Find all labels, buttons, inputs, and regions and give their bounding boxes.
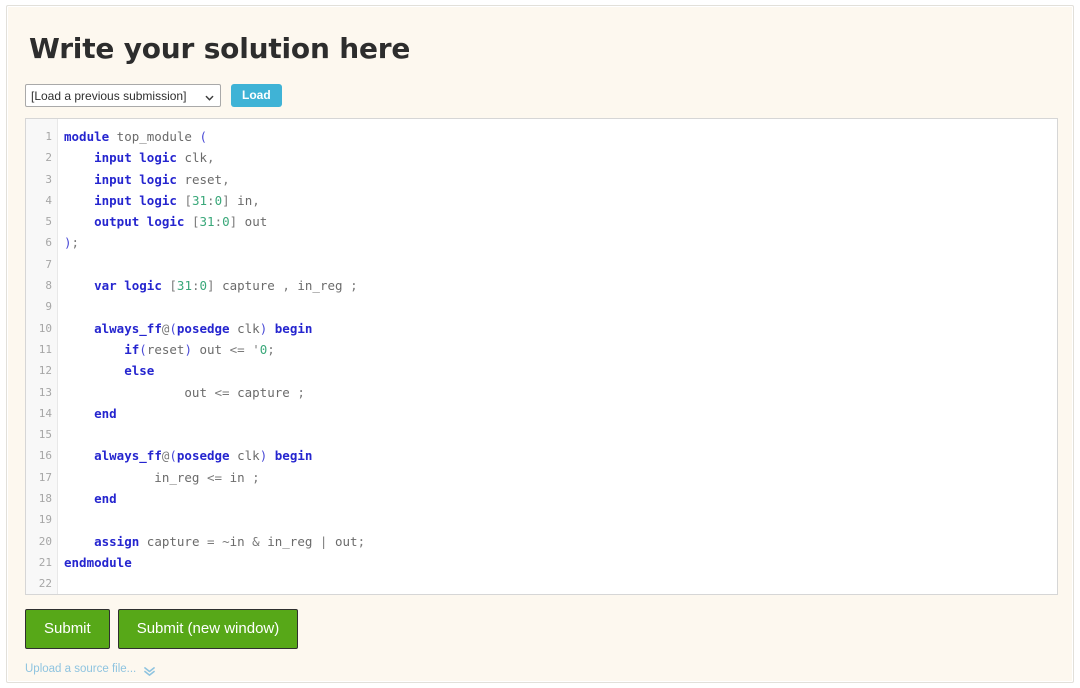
code-line: module top_module ( — [64, 129, 207, 144]
code-line: always_ff@(posedge clk) begin — [94, 448, 313, 464]
code-line: always_ff@(posedge clk) begin — [94, 320, 313, 336]
code-line: output logic [31:0] out — [94, 214, 268, 230]
submit-button[interactable]: Submit — [25, 609, 110, 649]
submit-new-window-button[interactable]: Submit (new window) — [117, 609, 299, 649]
line-number: 6 — [45, 236, 52, 250]
code-line: end — [94, 405, 117, 421]
code-line: in_reg <= in ; — [64, 469, 260, 485]
code-line: var logic [31:0] capture , in_reg ; — [94, 278, 358, 294]
chevron-down-icon — [205, 91, 214, 101]
line-number: 3 — [45, 172, 52, 186]
code-line: out <= capture ; — [64, 384, 305, 400]
line-number: 8 — [45, 279, 52, 293]
previous-submission-select[interactable]: [Load a previous submission] — [25, 84, 221, 107]
load-submission-row: [Load a previous submission] Load — [25, 84, 282, 107]
line-number: 2 — [45, 151, 52, 165]
code-line: if(reset) out <= '0; — [124, 341, 275, 357]
line-number: 16 — [38, 449, 52, 463]
line-number: 15 — [38, 428, 52, 442]
line-number: 5 — [45, 215, 52, 229]
line-number: 12 — [38, 364, 52, 378]
load-button[interactable]: Load — [231, 84, 282, 107]
code-line: ); — [64, 235, 80, 251]
line-number: 1 — [45, 130, 52, 143]
code-editor[interactable]: 1 2 3 4 5 6 7 8 9 10 11 12 13 14 15 16 1… — [25, 118, 1058, 595]
code-line: input logic [31:0] in, — [94, 192, 260, 208]
line-number: 14 — [38, 406, 52, 420]
upload-source-file-link[interactable]: Upload a source file... — [25, 663, 136, 675]
code-line: input logic clk, — [94, 150, 215, 166]
line-number: 19 — [38, 513, 52, 527]
line-number: 21 — [38, 555, 52, 569]
code-line: assign capture = ~in & in_reg | out; — [94, 533, 366, 549]
upload-source-file-row: Upload a source file... — [25, 663, 156, 676]
submit-button-row: Submit Submit (new window) — [25, 609, 299, 649]
solution-panel: Write your solution here [Load a previou… — [6, 5, 1074, 683]
code-line: endmodule — [64, 554, 132, 570]
line-number: 17 — [38, 470, 52, 484]
editor-code-content[interactable]: module top_module ( input logic clk, inp… — [58, 119, 1057, 594]
line-number: 10 — [38, 321, 52, 335]
line-number: 13 — [38, 385, 52, 399]
line-number: 18 — [38, 492, 52, 506]
code-line: input logic reset, — [94, 171, 230, 187]
editor-line-number-gutter: 1 2 3 4 5 6 7 8 9 10 11 12 13 14 15 16 1… — [26, 119, 58, 594]
page-title: Write your solution here — [29, 32, 411, 65]
code-line: else — [124, 363, 155, 379]
double-chevron-down-icon[interactable] — [143, 664, 156, 676]
previous-submission-selected-value: [Load a previous submission] — [31, 88, 187, 103]
line-number: 9 — [45, 300, 52, 314]
line-number: 4 — [45, 193, 52, 207]
line-number: 20 — [38, 534, 52, 548]
code-line: end — [94, 491, 117, 507]
line-number: 7 — [45, 257, 52, 271]
line-number: 11 — [38, 342, 52, 356]
line-number: 22 — [38, 577, 52, 591]
